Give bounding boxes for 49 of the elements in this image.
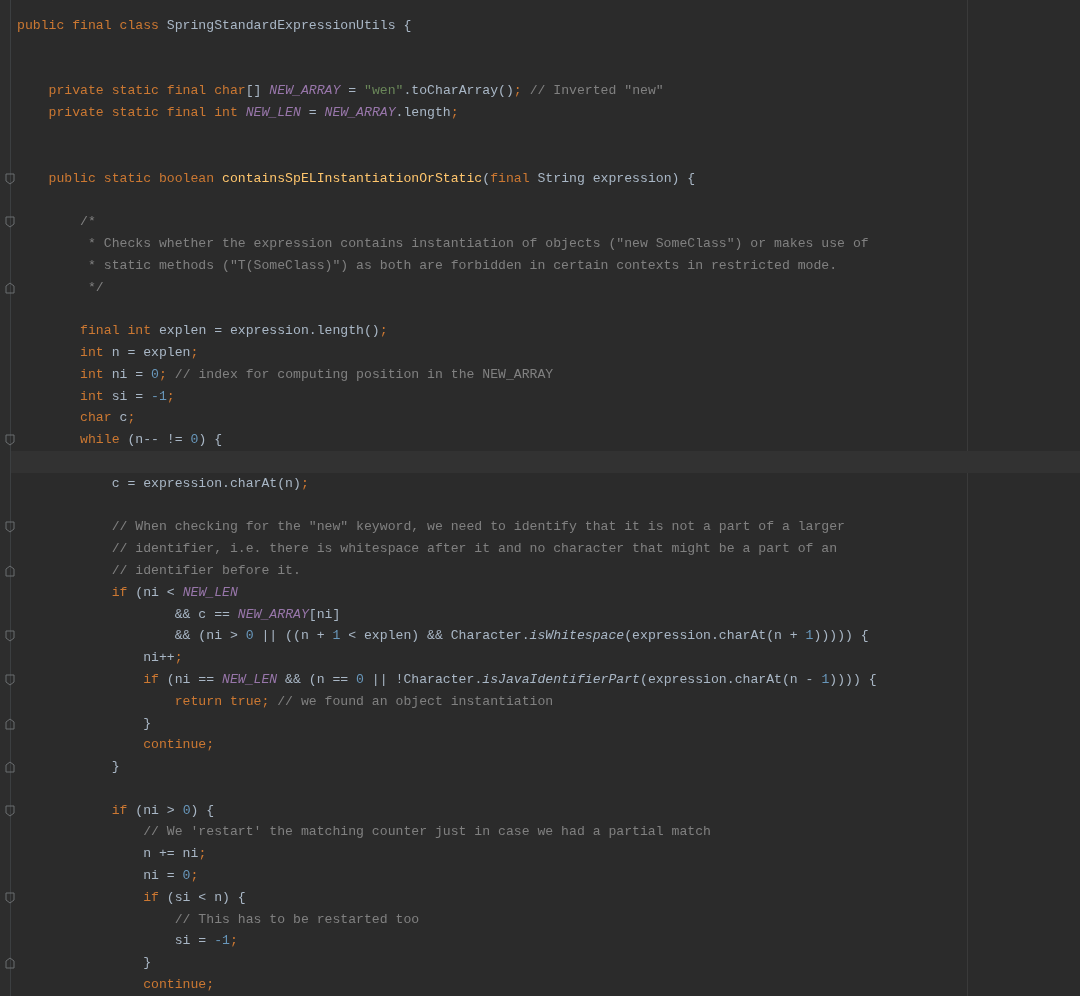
- code-line: if (si < n) {: [142, 889, 246, 905]
- code-line: }: [142, 715, 152, 731]
- fold-icon[interactable]: [5, 216, 15, 229]
- code-line: c = expression.charAt(n);: [110, 475, 309, 491]
- fold-icon[interactable]: [5, 717, 15, 730]
- code-line: ni++;: [142, 650, 183, 666]
- code-line: // This has to be restarted too: [173, 911, 420, 927]
- code-line: if (ni < NEW_LEN: [110, 584, 238, 600]
- code-line: continue;: [142, 737, 215, 753]
- code-line: while (n-- != 0) {: [79, 432, 223, 448]
- code-line: if (ni > 0) {: [110, 802, 215, 818]
- code-line: int si = -1;: [79, 388, 175, 404]
- code-line: ni = 0;: [142, 868, 199, 884]
- code-line: && (ni > 0 || ((n + 1 < explen) && Character.isWhitespace(expression.charAt(n + 1))))) {: [173, 628, 869, 644]
- code-line: private static final int NEW_LEN = NEW_ARRAY.length;: [47, 105, 459, 121]
- code-line: */: [86, 279, 104, 295]
- fold-icon[interactable]: [5, 564, 15, 577]
- code-line: if (ni == NEW_LEN && (n == 0 || !Character.isJavaIdentifierPart(expression.charAt(n - 1)))) {: [142, 671, 877, 687]
- code-line: /*: [79, 214, 96, 230]
- fold-icon[interactable]: [5, 957, 15, 970]
- code-line: * Checks whether the expression contains instantiation of objects ("new SomeClass") or makes use of: [86, 235, 869, 251]
- code-line: n += ni;: [142, 846, 207, 862]
- code-line: continue;: [142, 977, 215, 993]
- fold-icon[interactable]: [5, 804, 15, 817]
- fold-icon[interactable]: [5, 673, 15, 686]
- code-line: public final class SpringStandardExpressionUtils {: [17, 18, 412, 33]
- code-line: // We 'restart' the matching counter just in case we had a partial match: [142, 824, 711, 840]
- code-line: si = -1;: [173, 933, 238, 949]
- code-line: char c;: [79, 410, 136, 426]
- code-line: }: [110, 759, 120, 775]
- code-line: return true; // we found an object instantiation: [173, 693, 554, 709]
- code-line: final int explen = expression.length();: [79, 323, 388, 339]
- code-line: // identifier before it.: [110, 562, 301, 578]
- fold-icon[interactable]: [5, 891, 15, 904]
- fold-icon[interactable]: [5, 521, 15, 534]
- code-line: // identifier, i.e. there is whitespace after it and no character that might be a part of an: [110, 541, 838, 557]
- code-line: int n = explen;: [79, 344, 199, 360]
- code-line: && c == NEW_ARRAY[ni]: [173, 606, 341, 622]
- fold-icon[interactable]: [5, 434, 15, 447]
- fold-icon[interactable]: [5, 761, 15, 774]
- code-line: }: [142, 955, 152, 971]
- code-line: int ni = 0; // index for computing position in the NEW_ARRAY: [79, 366, 554, 382]
- fold-icon[interactable]: [5, 172, 15, 185]
- code-line: * static methods ("T(SomeClass)") as both are forbidden in certain contexts in restricted mode.: [86, 257, 838, 273]
- code-line: // When checking for the "new" keyword, we need to identify that it is not a part of a larger: [110, 519, 845, 535]
- code-line: private static final char[] NEW_ARRAY = "wen".toCharArray(); // Inverted "new": [47, 83, 664, 99]
- fold-icon[interactable]: [5, 281, 15, 294]
- code-line: public static boolean containsSpELInstantiationOrStatic(final String expression) {: [47, 170, 696, 186]
- fold-icon[interactable]: [5, 630, 15, 643]
